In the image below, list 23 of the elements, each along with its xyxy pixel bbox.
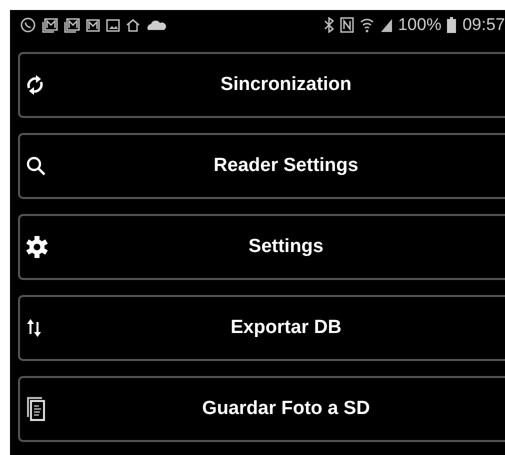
clock-time: 09:57 [462, 15, 505, 35]
menu-button[interactable]: Reader Settings [18, 133, 505, 199]
menu-button[interactable]: Guardar Foto a SD [18, 376, 505, 442]
sync-icon [26, 74, 44, 96]
battery-icon [447, 17, 456, 33]
nfc-icon [340, 17, 354, 33]
bluetooth-icon [324, 17, 334, 33]
documents-icon [26, 396, 46, 422]
battery-level: 100% [398, 15, 442, 35]
menu-button[interactable]: Exportar DB [18, 295, 505, 361]
image-icon [106, 18, 120, 32]
signal-icon [380, 18, 392, 32]
up-down-arrows-icon [26, 318, 42, 338]
home-icon [126, 18, 140, 32]
menu-button[interactable]: Sincronization [18, 52, 505, 118]
mail-icon [42, 18, 58, 32]
mail-icon [86, 18, 100, 32]
cloud-icon [146, 19, 166, 31]
mail-icon [64, 18, 80, 32]
search-icon [26, 156, 46, 176]
settings-icon [26, 236, 48, 258]
menu-button[interactable]: Settings [18, 214, 505, 280]
wifi-icon [360, 17, 374, 33]
